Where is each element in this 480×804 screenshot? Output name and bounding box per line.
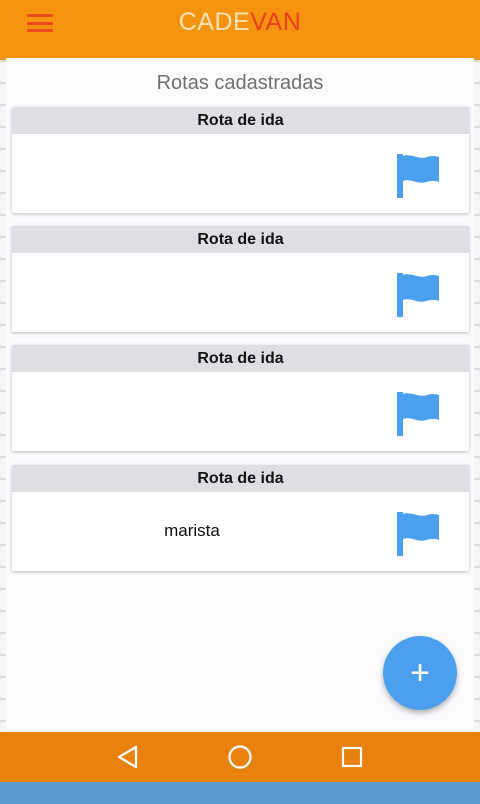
- route-card-body: [12, 253, 469, 332]
- route-card-body: [12, 134, 469, 213]
- recents-square-icon[interactable]: [332, 737, 372, 777]
- brand-part-1: CADE: [178, 8, 251, 36]
- route-card[interactable]: Rota de ida: [12, 345, 469, 451]
- route-card-body: marista: [12, 492, 469, 571]
- main-sheet: Rotas cadastradas Rota de ida Rota de id…: [6, 58, 474, 730]
- route-card-header: Rota de ida: [12, 226, 469, 253]
- route-card[interactable]: Rota de ida: [12, 107, 469, 213]
- flag-icon[interactable]: [397, 392, 441, 436]
- menu-icon[interactable]: [26, 12, 54, 34]
- app-bar: CADEVAN: [0, 0, 480, 60]
- flag-icon[interactable]: [397, 273, 441, 317]
- app-brand: CADEVAN: [179, 0, 302, 44]
- route-name: marista: [164, 521, 220, 540]
- add-route-button[interactable]: +: [383, 636, 457, 710]
- flag-icon[interactable]: [397, 512, 441, 556]
- page-title: Rotas cadastradas: [156, 72, 324, 94]
- route-card[interactable]: Rota de ida marista: [12, 465, 469, 571]
- bottom-taskbar-strip: [0, 782, 480, 804]
- route-card[interactable]: Rota de ida: [12, 226, 469, 332]
- back-triangle-icon[interactable]: [108, 737, 148, 777]
- route-card-header: Rota de ida: [12, 107, 469, 134]
- home-circle-icon[interactable]: [220, 737, 260, 777]
- system-nav-bar: [0, 732, 480, 782]
- route-card-header: Rota de ida: [12, 465, 469, 492]
- route-card-body: [12, 372, 469, 451]
- flag-icon[interactable]: [397, 154, 441, 198]
- brand-part-2: VAN: [250, 8, 302, 36]
- route-card-header: Rota de ida: [12, 345, 469, 372]
